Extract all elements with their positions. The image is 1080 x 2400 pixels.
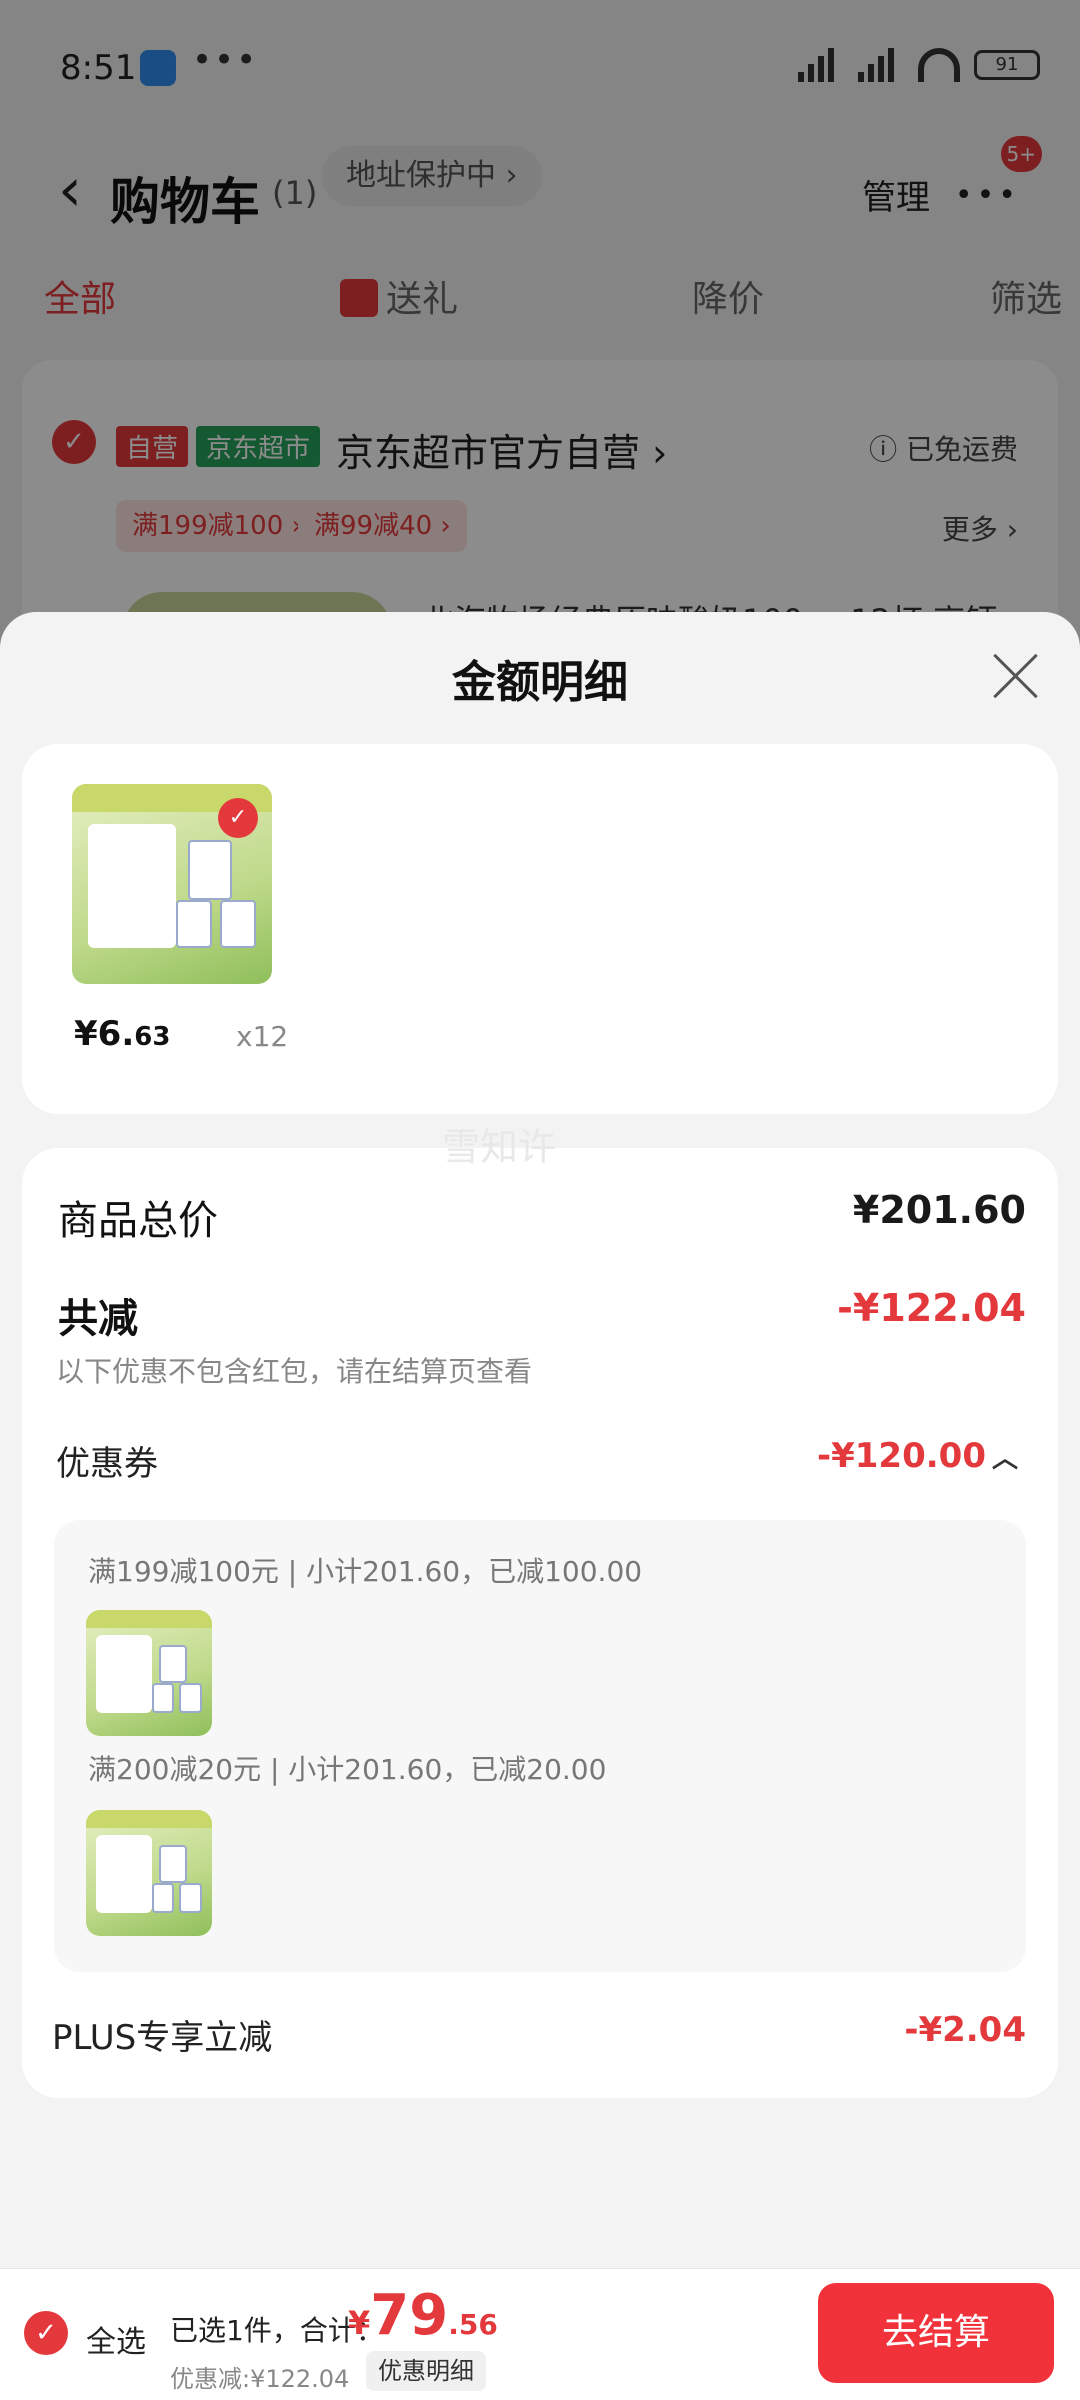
coupon-breakdown: 满199减100元 | 小计201.60，已减100.00 满200减20元 |… <box>54 1520 1026 1972</box>
coupon-label: 优惠券 <box>56 1444 158 1484</box>
close-icon[interactable] <box>992 652 1038 698</box>
amount-detail-sheet: 金额明细 ✓ ¥6.63 x12 雪知许 商品总价 ¥201.60 共减 -¥1… <box>0 612 1080 2400</box>
plus-discount-value: -¥2.04 <box>904 2010 1026 2050</box>
chevron-up-icon: ︿ <box>991 1444 1018 1474</box>
price-summary-card: 雪知许 商品总价 ¥201.60 共减 -¥122.04 以下优惠不包含红包，请… <box>22 1125 1058 2098</box>
item-price: ¥6.63 <box>74 1014 171 1054</box>
goods-total-label: 商品总价 <box>58 1198 218 1244</box>
coupon-rule: 满200减20元 | 小计201.60，已减20.00 <box>88 1753 607 1786</box>
coupon-toggle[interactable]: -¥120.00 ︿ <box>817 1436 1018 1476</box>
sheet-title: 金额明细 <box>452 657 628 708</box>
checkout-button[interactable]: 去结算 <box>818 2283 1054 2383</box>
selected-items-card: ✓ ¥6.63 x12 <box>22 744 1058 1114</box>
discount-summary: 优惠减:¥122.04 <box>170 2365 350 2393</box>
watermark: 雪知许 <box>442 1125 557 1169</box>
checkout-bar: ✓ 全选 已选1件，合计： ¥79.56 优惠减:¥122.04 优惠明细 去结… <box>0 2268 1080 2400</box>
product-thumbnail <box>86 1810 212 1936</box>
selected-check-icon: ✓ <box>218 798 258 838</box>
product-thumbnail <box>86 1610 212 1736</box>
product-thumbnail[interactable]: ✓ <box>72 784 272 984</box>
item-quantity: x12 <box>236 1020 289 1053</box>
total-amount: ¥79.56 <box>348 2283 498 2348</box>
coupon-rule: 满199减100元 | 小计201.60，已减100.00 <box>88 1555 643 1588</box>
select-all-label[interactable]: 全选 <box>86 2317 146 2361</box>
redpacket-note: 以下优惠不包含红包，请在结算页查看 <box>56 1355 533 1388</box>
plus-discount-label: PLUS专享立减 <box>52 2018 273 2058</box>
goods-total-value: ¥201.60 <box>852 1188 1026 1232</box>
total-reduce-label: 共减 <box>58 1296 138 1342</box>
coupon-value: -¥120.00 <box>817 1436 986 1476</box>
total-reduce-value: -¥122.04 <box>837 1286 1026 1330</box>
select-all-check-icon[interactable]: ✓ <box>24 2311 68 2355</box>
discount-detail-button[interactable]: 优惠明细 <box>366 2351 486 2391</box>
